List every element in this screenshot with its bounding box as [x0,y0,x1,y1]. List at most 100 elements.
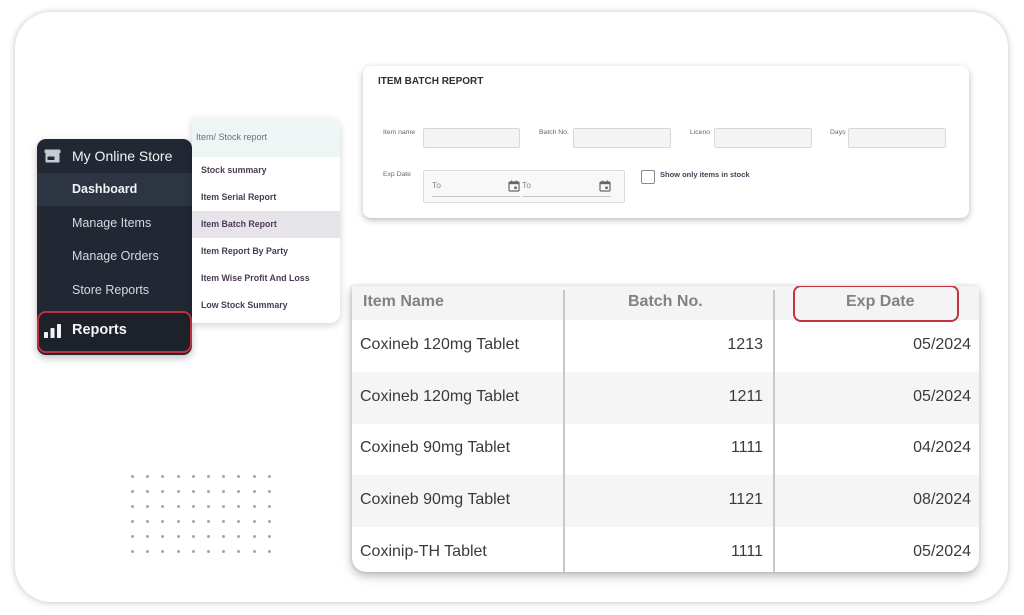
decorative-dot [222,505,226,508]
decorative-dot [207,475,210,478]
show-in-stock-label: Show only items in stock [660,170,750,179]
decorative-dot [237,490,241,493]
decorative-dot [161,535,165,538]
decorative-dot [131,535,134,538]
decorative-dot [222,550,226,553]
decorative-dot [161,490,165,493]
store-title: My Online Store [72,148,173,164]
decorative-dot [252,490,256,493]
table-row[interactable]: Coxinip-TH Tablet 1111 05/2024 [352,527,979,572]
decorative-dot [161,550,165,553]
table-row[interactable]: Coxineb 120mg Tablet 1211 05/2024 [352,372,979,424]
decorative-dot [161,505,165,508]
decorative-dot [237,550,241,553]
decorative-dot [176,535,180,538]
decorative-dot [146,505,150,508]
decorative-dot [176,475,180,478]
exp-date-range: To To [423,170,625,203]
decorative-dot [222,535,226,538]
decorative-dot [252,535,256,538]
table-row[interactable]: Coxineb 120mg Tablet 1213 05/2024 [352,320,979,372]
decorative-dot [237,520,241,523]
decorative-dot [267,505,271,508]
column-header-item-name[interactable]: Item Name [363,293,444,311]
table-row[interactable]: Coxineb 90mg Tablet 1121 08/2024 [352,475,979,527]
decorative-dot [237,535,241,538]
decorative-dot [161,520,165,523]
sidebar-item-dashboard[interactable]: Dashboard [37,173,192,206]
cell-batch-no: 1111 [730,543,763,560]
decorative-dot [267,475,271,478]
decorative-dot [267,550,271,553]
decorative-dot [191,535,195,538]
batch-no-input[interactable] [573,128,671,148]
calendar-icon[interactable] [599,180,611,192]
item-name-label: Item name [383,129,416,136]
decorative-dot [207,550,210,553]
decorative-dot [222,490,226,493]
decorative-dot [237,505,241,508]
decorative-dot [252,550,256,553]
table-row[interactable]: Coxineb 90mg Tablet 1111 04/2024 [352,423,979,475]
decorative-dot [207,505,210,508]
sidebar-item-manage-items[interactable]: Manage Items [37,207,192,240]
decorative-dot [146,520,150,523]
column-header-batch-no[interactable]: Batch No. [628,293,703,311]
liceno-label: Liceno [690,129,711,136]
decorative-dot [176,505,180,508]
sidebar-item-store-reports[interactable]: Store Reports [37,274,192,307]
decorative-dot [252,475,256,478]
submenu-item-item-batch-report[interactable]: Item Batch Report [192,211,340,238]
decorative-dot [146,535,150,538]
date-from-placeholder: To [432,180,441,190]
column-divider [773,290,775,572]
cell-exp-date: 08/2024 [913,491,971,508]
decorative-dot [222,475,226,478]
item-batch-report-filter: ITEM BATCH REPORT Item name Batch No. Li… [363,66,969,218]
show-in-stock-checkbox[interactable] [641,170,655,184]
decorative-dot [146,490,150,493]
exp-date-from-input[interactable]: To [432,177,520,197]
decorative-dot [207,520,210,523]
item-name-input[interactable] [423,128,520,148]
submenu-item-stock-summary[interactable]: Stock summary [192,157,340,184]
decorative-dot [176,550,180,553]
cell-item-name: Coxinip-TH Tablet [360,543,487,560]
decorative-dot [161,475,165,478]
decorative-dot [131,505,134,508]
submenu-item-item-wise-profit-loss[interactable]: Item Wise Profit And Loss [192,265,340,292]
cell-item-name: Coxineb 120mg Tablet [360,388,519,405]
decorative-dot [131,520,134,523]
cell-exp-date: 04/2024 [913,439,971,456]
liceno-input[interactable] [714,128,812,148]
reports-label: Reports [72,322,127,338]
calendar-icon[interactable] [508,180,520,192]
submenu-heading: Item/ Stock report [192,118,340,157]
store-header[interactable]: My Online Store [37,139,192,173]
submenu-item-item-serial-report[interactable]: Item Serial Report [192,184,340,211]
decorative-dot [191,520,195,523]
cell-batch-no: 1111 [730,439,763,456]
exp-date-label: Exp Date [383,171,411,178]
decorative-dot [176,520,180,523]
cell-exp-date: 05/2024 [913,388,971,405]
days-input[interactable] [848,128,946,148]
decorative-dot [131,475,134,478]
submenu-item-low-stock-summary[interactable]: Low Stock Summary [192,292,340,319]
decorative-dot [267,535,271,538]
sidebar-item-reports[interactable]: Reports [37,311,192,353]
decorative-dot [207,535,210,538]
date-to-placeholder: To [522,180,531,190]
cell-batch-no: 1213 [727,336,763,353]
days-label: Days [830,129,846,136]
sidebar-item-manage-orders[interactable]: Manage Orders [37,240,192,273]
decorative-dot [252,520,256,523]
submenu-item-item-report-by-party[interactable]: Item Report By Party [192,238,340,265]
decorative-dot [267,520,271,523]
column-divider [563,290,565,572]
report-title: ITEM BATCH REPORT [378,76,484,87]
exp-date-to-input[interactable]: To [522,177,611,197]
decorative-dot [131,550,134,553]
bar-chart-icon [44,324,61,338]
decorative-dot [131,490,134,493]
